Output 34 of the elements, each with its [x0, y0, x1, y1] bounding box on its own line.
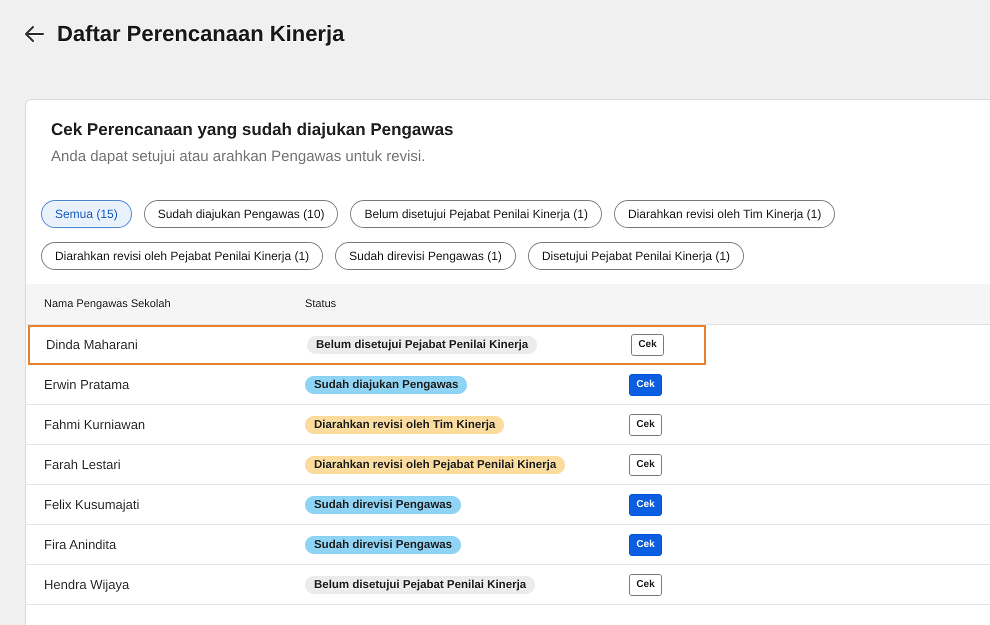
check-button[interactable]: Cek [629, 454, 662, 476]
status-badge: Sudah direvisi Pengawas [305, 536, 462, 554]
filter-chip[interactable]: Semua (15) [41, 200, 132, 228]
status-badge: Belum disetujui Pejabat Penilai Kinerja [305, 576, 536, 594]
table-cell-text: Farah Lestari [43, 457, 122, 472]
filter-chip[interactable]: Belum disetujui Pejabat Penilai Kinerja (1) [350, 200, 602, 228]
card-subtitle: Anda dapat setujui atau arahkan Pengawas untuk revisi. [51, 148, 426, 165]
table-cell-text: Dinda Maharani [45, 337, 139, 352]
filter-chip[interactable]: Sudah direvisi Pengawas (1) [335, 242, 516, 270]
page-title: Daftar Perencanaan Kinerja [57, 21, 344, 47]
check-button[interactable]: Cek [629, 574, 662, 596]
status-badge: Sudah diajukan Pengawas [305, 376, 468, 394]
check-button[interactable]: Cek [629, 374, 662, 396]
status-badge: Diarahkan revisi oleh Pejabat Penilai Kinerja [305, 456, 566, 474]
column-header: Status [305, 298, 338, 310]
table-cell-text: Fahmi Kurniawan [43, 417, 146, 432]
back-arrow-icon[interactable] [23, 25, 45, 43]
check-button[interactable]: Cek [629, 534, 662, 556]
table-cell-text: Erwin Pratama [43, 377, 130, 392]
filter-chip[interactable]: Sudah diajukan Pengawas (10) [144, 200, 338, 228]
column-header: Nama Pengawas Sekolah [43, 298, 172, 310]
filter-chip[interactable]: Diarahkan revisi oleh Pejabat Penilai Kinerja (1) [41, 242, 324, 270]
check-button[interactable]: Cek [629, 494, 662, 516]
table-cell-text: Felix Kusumajati [43, 497, 140, 512]
table-cell-text: Fira Anindita [43, 537, 118, 552]
status-badge: Sudah direvisi Pengawas [305, 496, 462, 514]
table-cell-text: Hendra Wijaya [43, 577, 130, 592]
status-badge: Diarahkan revisi oleh Tim Kinerja [305, 416, 504, 434]
check-button[interactable]: Cek [629, 414, 662, 436]
filter-chip[interactable]: Diarahkan revisi oleh Tim Kinerja (1) [614, 200, 836, 228]
status-badge: Belum disetujui Pejabat Penilai Kinerja [307, 336, 538, 354]
check-button[interactable]: Cek [631, 334, 664, 356]
filter-chip[interactable]: Disetujui Pejabat Penilai Kinerja (1) [528, 242, 744, 270]
card-title: Cek Perencanaan yang sudah diajukan Pengawas [51, 120, 454, 140]
